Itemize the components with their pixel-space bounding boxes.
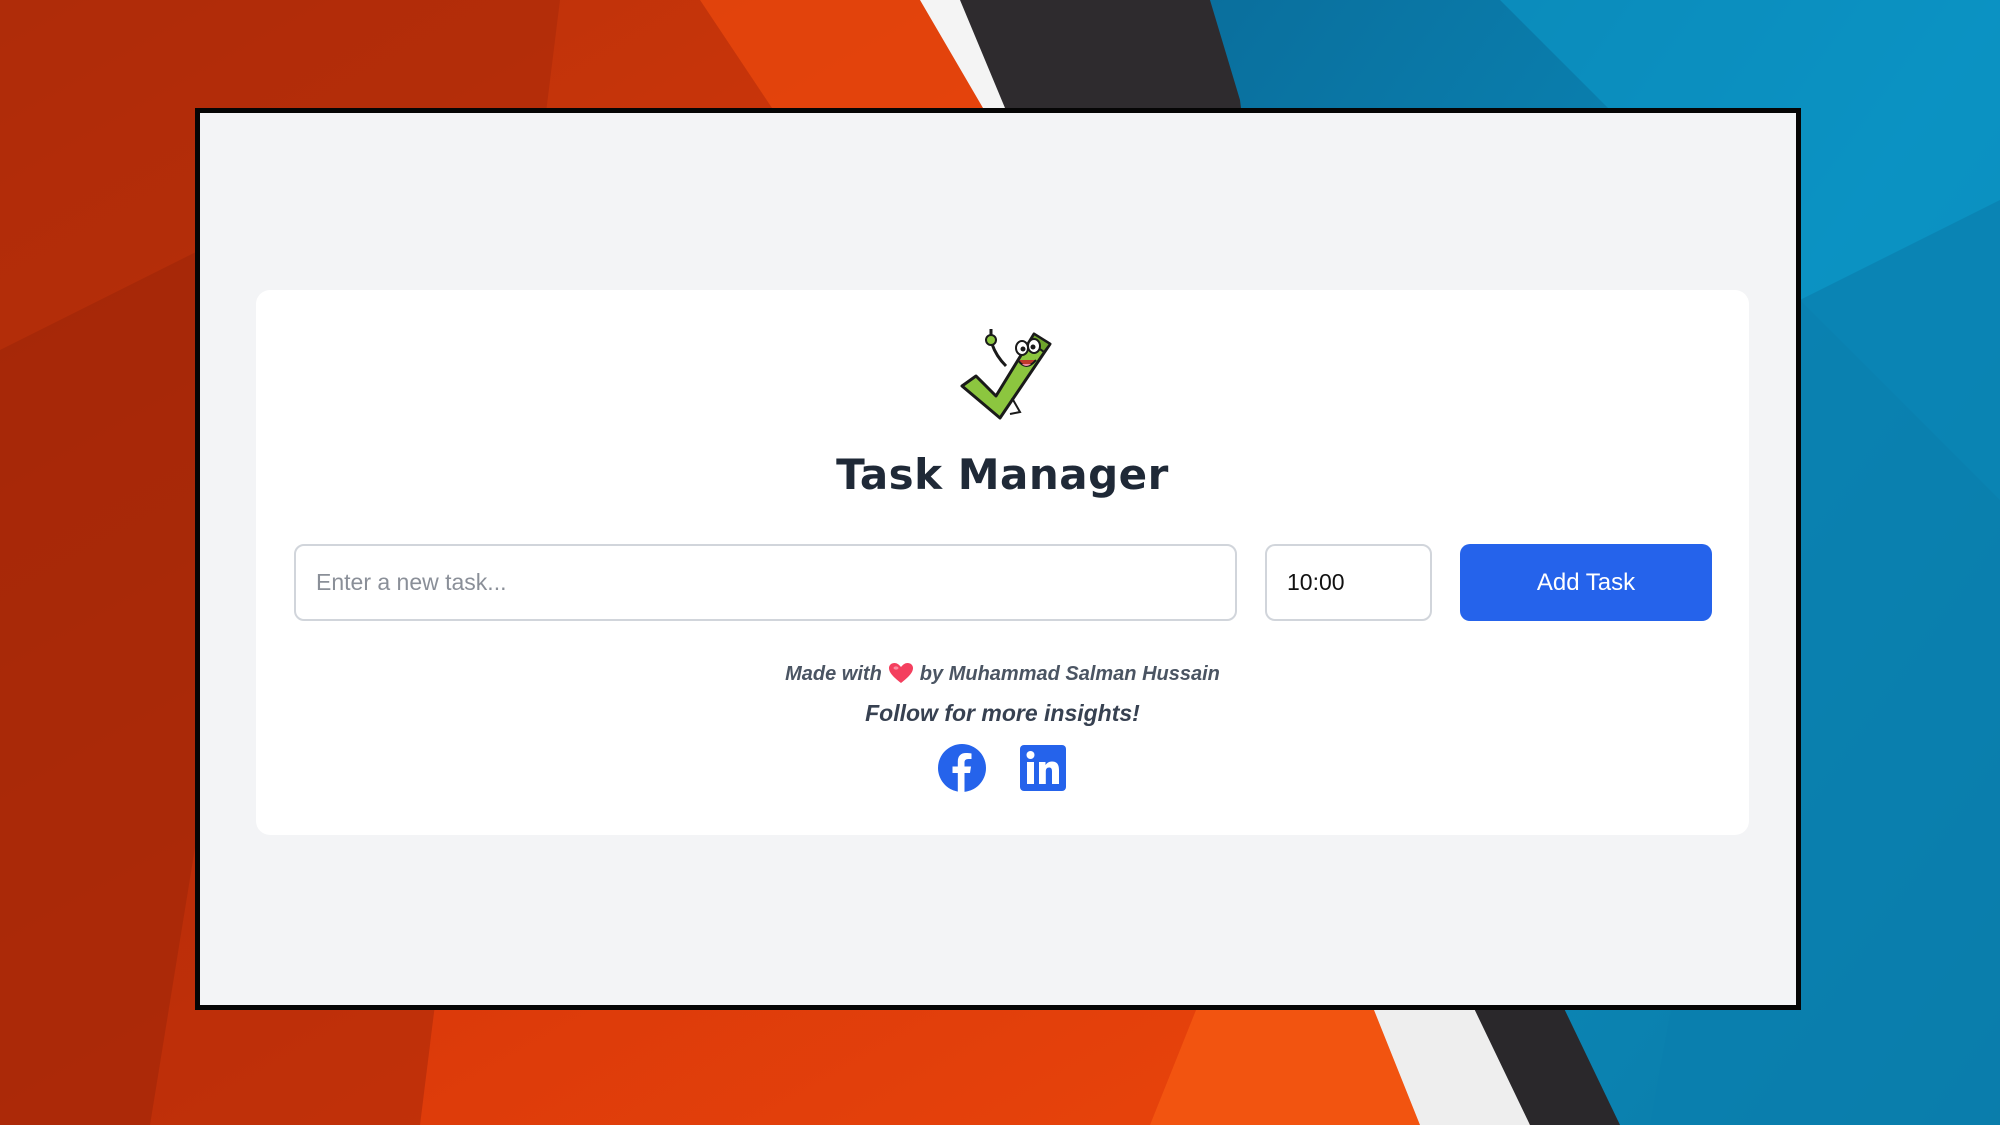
desktop: Task Manager Add Task Made with by Muham… — [0, 0, 2000, 1125]
page-title: Task Manager — [836, 450, 1169, 499]
author-name: by Muhammad Salman Hussain — [919, 663, 1220, 685]
heart-icon — [888, 663, 913, 683]
social-links — [256, 743, 1749, 795]
follow-message: Follow for more insights! — [865, 700, 1140, 726]
checkmark-mascot-logo — [960, 329, 1052, 420]
facebook-icon — [938, 744, 987, 792]
time-input[interactable] — [1265, 544, 1432, 621]
made-with-label: Made with — [785, 663, 882, 685]
author-credit: Made with by Muhammad Salman Hussain — [256, 662, 1749, 686]
facebook-link[interactable] — [937, 743, 987, 793]
task-form: Add Task — [294, 544, 1712, 622]
linkedin-icon — [1019, 745, 1066, 791]
browser-window: Task Manager Add Task Made with by Muham… — [195, 108, 1801, 1010]
add-task-button[interactable]: Add Task — [1460, 544, 1712, 621]
task-manager-card: Task Manager Add Task Made with by Muham… — [256, 290, 1749, 835]
linkedin-link[interactable] — [1018, 743, 1068, 793]
task-input[interactable] — [294, 544, 1237, 621]
